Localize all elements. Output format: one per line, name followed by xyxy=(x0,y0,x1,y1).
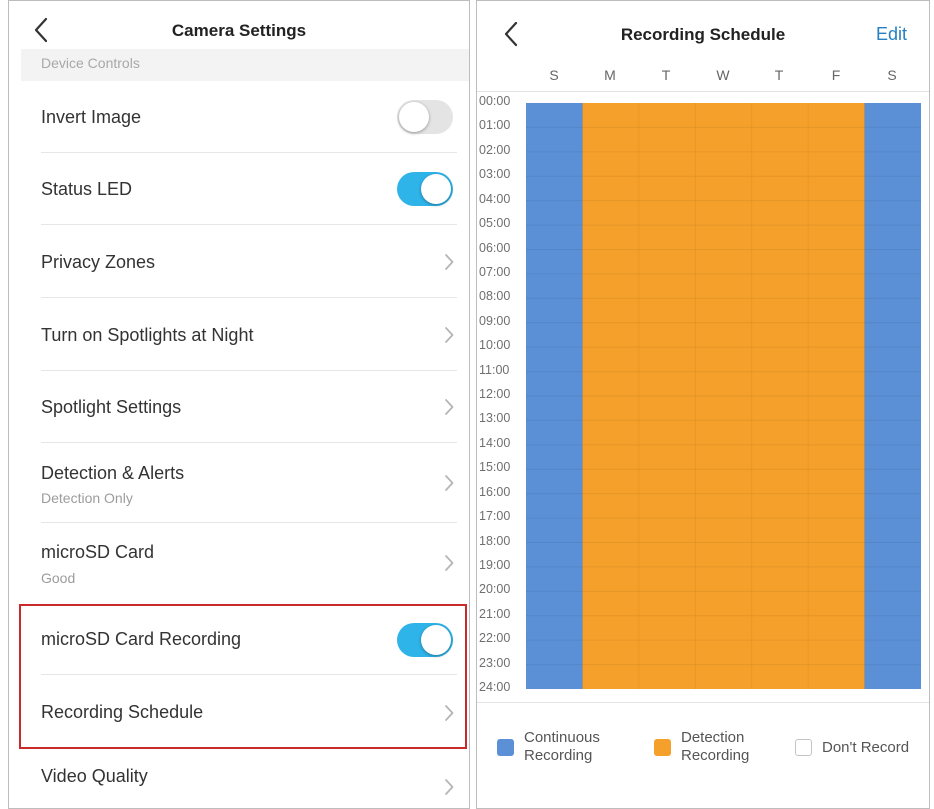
legend-dont-record-label: Don't Record xyxy=(822,739,910,756)
hour-label: 09:00 xyxy=(479,313,511,328)
hour-label: 05:00 xyxy=(479,216,511,231)
privacy-zones-label: Privacy Zones xyxy=(41,252,156,272)
spotlights-at-night-row[interactable]: Turn on Spotlights at Night xyxy=(21,298,469,371)
day-label: S xyxy=(887,67,897,83)
detection-alerts-value: Detection Only xyxy=(41,490,133,506)
detection-alerts-label: Detection & Alerts xyxy=(41,463,185,483)
hour-label: 02:00 xyxy=(479,142,511,157)
spotlight-settings-label: Spotlight Settings xyxy=(41,397,182,417)
hour-label: 24:00 xyxy=(479,680,511,694)
hour-label: 12:00 xyxy=(479,387,511,401)
hour-label: 08:00 xyxy=(479,289,511,304)
hour-label: 10:00 xyxy=(479,338,511,353)
detection-alerts-row[interactable]: Detection & Alerts Detection Only xyxy=(21,443,469,523)
microsd-card-status: Good xyxy=(41,570,76,586)
microsd-card-row[interactable]: microSD Card Good xyxy=(21,523,469,603)
microsd-recording-label: microSD Card Recording xyxy=(41,629,242,649)
chevron-right-icon xyxy=(443,253,455,271)
hour-label: 07:00 xyxy=(479,264,511,279)
day-label: M xyxy=(604,67,616,83)
hour-label: 19:00 xyxy=(479,557,511,572)
invert-image-toggle[interactable] xyxy=(397,100,453,134)
section-header-label: Device Controls xyxy=(41,55,140,71)
chevron-right-icon xyxy=(443,704,455,722)
status-led-label: Status LED xyxy=(41,179,133,199)
divider xyxy=(477,702,929,703)
divider xyxy=(477,91,929,92)
hour-label: 11:00 xyxy=(479,362,510,377)
video-quality-row[interactable]: Video Quality xyxy=(21,749,469,808)
legend-line: Recording xyxy=(524,747,593,764)
hour-label: 01:00 xyxy=(479,118,511,133)
section-header: Device Controls xyxy=(21,49,469,81)
hour-label: 22:00 xyxy=(479,631,511,646)
toggle-knob xyxy=(421,174,451,204)
dont-record-swatch xyxy=(795,739,812,756)
legend-line: Continuous xyxy=(524,729,600,746)
chevron-right-icon xyxy=(443,398,455,416)
hour-label: 23:00 xyxy=(479,655,511,670)
chevron-right-icon xyxy=(443,778,455,796)
day-label: F xyxy=(831,67,841,83)
spotlights-at-night-label: Turn on Spotlights at Night xyxy=(41,325,254,345)
video-quality-label: Video Quality xyxy=(41,766,148,786)
recording-schedule-panel: Recording Schedule Edit S M T W T F S 00… xyxy=(476,0,930,809)
toggle-knob xyxy=(421,625,451,655)
recording-schedule-row[interactable]: Recording Schedule xyxy=(21,675,469,747)
hour-label: 04:00 xyxy=(479,191,511,206)
hour-label: 13:00 xyxy=(479,411,511,426)
legend-line: Detection xyxy=(681,729,745,746)
detection-swatch xyxy=(654,739,671,756)
hour-label: 14:00 xyxy=(479,435,511,450)
recording-schedule-label: Recording Schedule xyxy=(41,702,204,722)
privacy-zones-row[interactable]: Privacy Zones xyxy=(21,225,469,298)
microsd-card-label: microSD Card xyxy=(41,542,155,562)
hour-label: 18:00 xyxy=(479,533,511,548)
continuous-swatch xyxy=(497,739,514,756)
day-label: S xyxy=(549,67,559,83)
chevron-right-icon xyxy=(443,326,455,344)
edit-button[interactable]: Edit xyxy=(876,24,907,45)
page-title: Recording Schedule xyxy=(620,25,786,44)
legend-detection-label: Detection Recording xyxy=(681,729,749,765)
microsd-recording-row[interactable]: microSD Card Recording xyxy=(21,603,469,675)
hour-label: 06:00 xyxy=(479,240,511,255)
chevron-right-icon xyxy=(443,474,455,492)
spotlight-settings-row[interactable]: Spotlight Settings xyxy=(21,371,469,443)
hour-label: 20:00 xyxy=(479,582,511,597)
hour-label: 03:00 xyxy=(479,167,511,182)
invert-image-row[interactable]: Invert Image xyxy=(21,81,469,153)
microsd-recording-toggle[interactable] xyxy=(397,623,453,657)
invert-image-label: Invert Image xyxy=(41,107,142,127)
hour-label: 21:00 xyxy=(479,606,511,621)
day-label: W xyxy=(716,67,730,83)
legend-line: Recording xyxy=(681,747,750,764)
toggle-knob xyxy=(399,102,429,132)
weekday-header: S M T W T F S xyxy=(526,67,921,87)
chevron-right-icon xyxy=(443,554,455,572)
schedule-grid[interactable] xyxy=(526,103,921,689)
hour-label: 00:00 xyxy=(479,94,511,108)
day-label: T xyxy=(661,67,671,83)
status-led-toggle[interactable] xyxy=(397,172,453,206)
hour-label: 15:00 xyxy=(479,460,511,475)
camera-settings-panel: Camera Settings Device Controls Invert I… xyxy=(8,0,470,809)
day-label: T xyxy=(774,67,784,83)
hour-label: 16:00 xyxy=(479,484,511,499)
status-led-row[interactable]: Status LED xyxy=(21,153,469,225)
page-title: Camera Settings xyxy=(171,21,307,40)
legend-continuous-label: Continuous Recording xyxy=(524,729,600,765)
hour-label: 17:00 xyxy=(479,509,511,524)
